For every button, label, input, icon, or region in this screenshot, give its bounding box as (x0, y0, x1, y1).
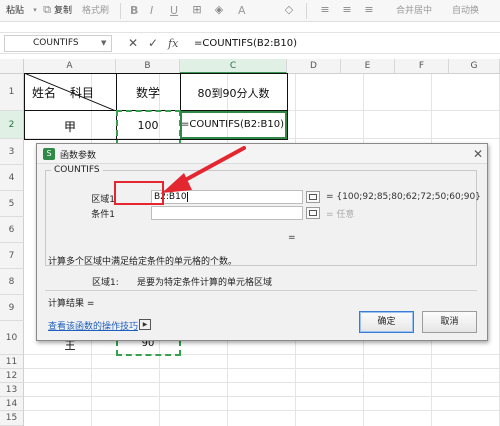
row-header-4[interactable]: 4 (0, 165, 24, 191)
align-center-icon[interactable]: ≡ (340, 3, 354, 17)
ok-button[interactable]: 确定 (359, 311, 414, 333)
column-header-d[interactable]: D (287, 59, 341, 74)
column-header-c[interactable]: C (180, 59, 287, 74)
close-icon[interactable]: ✕ (471, 146, 485, 162)
row-header-3[interactable]: 3 (0, 139, 24, 165)
annotation-arrow (162, 146, 246, 193)
align-left-icon[interactable]: ≡ (318, 3, 332, 17)
column-header-a[interactable]: A (24, 59, 116, 74)
column-header-b[interactable]: B (116, 59, 180, 74)
dialog-titlebar[interactable]: S 函数参数 ✕ (37, 144, 487, 164)
range-select-icon (309, 210, 317, 216)
total-equals: = (288, 233, 296, 243)
toolbar-divider (120, 3, 121, 19)
row-header-8[interactable]: 8 (0, 269, 24, 295)
align-right-icon[interactable]: ≡ (362, 3, 376, 17)
column-header-g[interactable]: G (449, 59, 500, 74)
row-header-14[interactable]: 14 (0, 397, 24, 411)
help-link[interactable]: 查看该函数的操作技巧 (48, 319, 138, 332)
arg-description-label: 区域1: (92, 278, 119, 288)
select-all-corner[interactable] (0, 59, 24, 74)
arg2-label: 条件1 (91, 210, 115, 220)
row-header-1[interactable]: 1 (0, 74, 24, 111)
toolbar-divider (306, 3, 307, 19)
arg2-result: = 任意 (326, 210, 355, 220)
column-header-f[interactable]: F (395, 59, 449, 74)
grid-line (24, 396, 500, 397)
arg-description-text: 是要为特定条件计算的单元格区域 (137, 278, 273, 288)
row-header-15[interactable]: 15 (0, 411, 24, 426)
cell-b1[interactable]: 数学 (116, 84, 180, 101)
font-color-button[interactable]: A (238, 2, 246, 20)
dialog-title: 函数参数 (60, 151, 97, 161)
name-box-value: COUNTIFS (33, 38, 79, 48)
row-header-7[interactable]: 7 (0, 243, 24, 269)
chevron-down-icon[interactable]: ▼ (101, 36, 111, 51)
italic-button[interactable]: I (150, 2, 153, 20)
grid-line (24, 354, 500, 355)
row-header-5[interactable]: 5 (0, 191, 24, 217)
bold-button[interactable]: B (130, 2, 138, 20)
fill-color-icon[interactable]: ◈ (212, 3, 226, 17)
grid-line (24, 410, 500, 411)
copy-button[interactable]: 复制 (54, 2, 72, 20)
row-header-6[interactable]: 6 (0, 217, 24, 243)
row-header-10[interactable]: 10 (0, 321, 24, 355)
arg2-range-picker-button[interactable] (306, 207, 320, 219)
underline-button[interactable]: U (170, 2, 178, 20)
row-header-11[interactable]: 11 (0, 355, 24, 369)
insert-function-icon[interactable]: fx (168, 36, 178, 51)
grid-line (24, 382, 500, 383)
function-arguments-dialog: S 函数参数 ✕ COUNTIFS 区域1 B2:B10 = {100;92;8… (36, 143, 488, 341)
name-box[interactable]: COUNTIFS ▼ (4, 35, 112, 52)
paste-button[interactable]: 粘贴 (6, 2, 24, 20)
arg1-result: = {100;92;85;80;62;72;50;60;90} (326, 192, 481, 202)
cancel-button[interactable]: 取消 (422, 311, 477, 333)
row-header-13[interactable]: 13 (0, 383, 24, 397)
eraser-icon[interactable]: ◇ (282, 3, 296, 17)
function-name-label: COUNTIFS (51, 165, 103, 175)
function-description: 计算多个区域中满足给定条件的单元格的个数。 (48, 257, 238, 267)
format-painter-button[interactable]: 格式刷 (82, 2, 109, 20)
row-header-9[interactable]: 9 (0, 295, 24, 321)
cancel-formula-icon[interactable]: ✕ (128, 36, 138, 51)
dialog-divider (45, 290, 477, 291)
cell-a1-subject-label: 科目 (70, 86, 95, 100)
arg1-range-picker-button[interactable] (306, 191, 320, 203)
confirm-formula-icon[interactable]: ✓ (148, 36, 158, 51)
arg1-label: 区域1 (91, 195, 115, 205)
column-header-e[interactable]: E (341, 59, 395, 74)
active-cell-c2 (180, 111, 287, 139)
merge-center-button[interactable]: 合并居中 (396, 2, 432, 20)
range-select-icon (309, 194, 317, 200)
app-logo-icon: S (43, 148, 55, 160)
video-play-icon[interactable]: ▶ (139, 319, 151, 330)
grid-line (24, 368, 500, 369)
arg2-input[interactable] (151, 206, 303, 220)
cell-a1-name-label: 姓名 (32, 86, 57, 100)
row-header-12[interactable]: 12 (0, 369, 24, 383)
row-header-2[interactable]: 2 (0, 111, 24, 139)
cell-a2[interactable]: 甲 (24, 118, 116, 135)
copy-icon[interactable]: ⧉ (40, 3, 54, 17)
result-label: 计算结果 = (48, 299, 95, 309)
border-icon[interactable]: ⊞ (190, 3, 204, 17)
ribbon-toolbar: 粘贴 ▾ ⧉ 复制 格式刷 B I U ⊞ ◈ A ◇ ≡ ≡ ≡ 合并居中 自… (0, 0, 500, 22)
cell-c1[interactable]: 80到90分人数 (180, 85, 287, 101)
auto-wrap-button[interactable]: 自动换 (452, 2, 479, 20)
formula-input[interactable]: =COUNTIFS(B2:B10) (194, 37, 297, 51)
formula-bar: COUNTIFS ▼ ✕ ✓ fx =COUNTIFS(B2:B10) (0, 32, 500, 54)
